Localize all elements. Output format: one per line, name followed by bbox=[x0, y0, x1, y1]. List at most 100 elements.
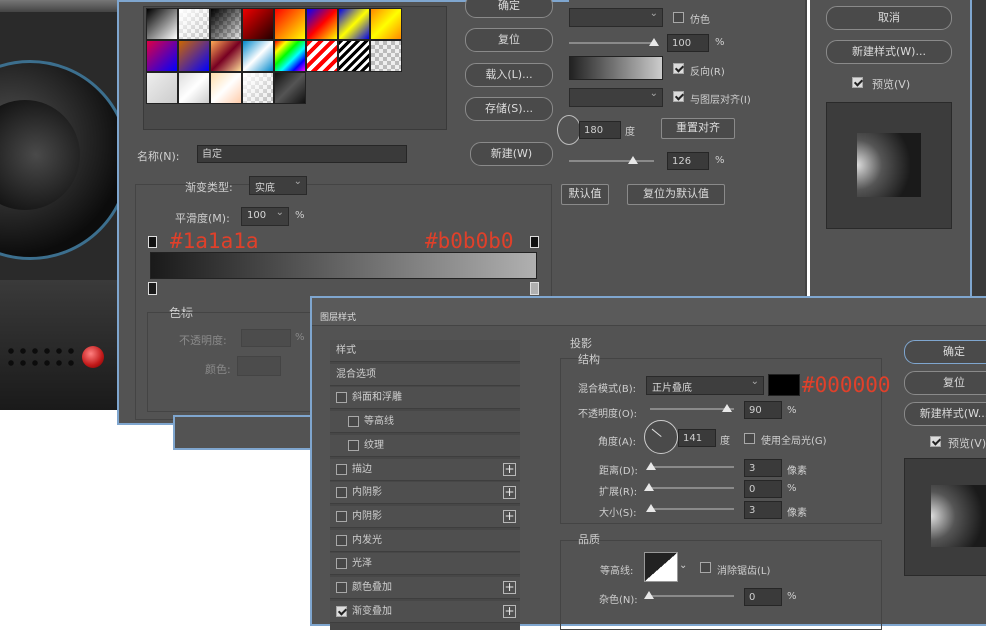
reset-to-default-button[interactable]: 复位为默认值 bbox=[627, 184, 725, 205]
sidebar-item[interactable]: 内阴影 + bbox=[330, 482, 520, 505]
gradient-type-select[interactable]: 实底 bbox=[249, 176, 307, 195]
sidebar-item[interactable]: 斜面和浮雕 bbox=[330, 387, 520, 410]
distance-slider[interactable] bbox=[650, 466, 734, 468]
angle-dial[interactable] bbox=[557, 115, 581, 145]
angle-input[interactable]: 180 bbox=[579, 121, 621, 139]
scale-slider-thumb[interactable] bbox=[628, 156, 638, 164]
distance-input[interactable]: 3 bbox=[744, 459, 782, 477]
dialog-title: 图层样式 bbox=[320, 313, 357, 323]
background-artwork bbox=[0, 0, 130, 410]
scale-input[interactable]: 126 bbox=[667, 152, 709, 170]
sidebar-item[interactable]: 样式 bbox=[330, 340, 520, 362]
sidebar-item-checkbox[interactable] bbox=[336, 392, 347, 404]
sidebar-item-label: 斜面和浮雕 bbox=[352, 392, 402, 404]
sidebar-item[interactable]: 内发光 bbox=[330, 529, 520, 552]
opacity-unit: % bbox=[715, 37, 725, 48]
shadow-color-hex: #000000 bbox=[802, 373, 891, 397]
blend-mode-select[interactable]: 正片叠底 bbox=[646, 376, 764, 395]
align-layer-checkbox[interactable] bbox=[673, 91, 684, 102]
new-button[interactable]: 新建(W) bbox=[470, 142, 553, 166]
noise-slider-thumb[interactable] bbox=[644, 591, 654, 599]
antialias-checkbox[interactable] bbox=[700, 562, 711, 573]
ok-button[interactable]: 确定 bbox=[904, 340, 986, 364]
add-effect-icon[interactable]: + bbox=[503, 462, 516, 476]
contour-picker[interactable] bbox=[644, 552, 678, 582]
gradient-preview-dropdown[interactable] bbox=[569, 56, 663, 80]
opacity-input[interactable]: 100 bbox=[667, 34, 709, 52]
sidebar-item-label: 内发光 bbox=[352, 534, 382, 546]
opacity-input[interactable]: 90 bbox=[744, 401, 782, 419]
save-button[interactable]: 存储(S)... bbox=[465, 97, 553, 121]
left-color-hex: #1a1a1a bbox=[170, 229, 259, 253]
reset-button[interactable]: 复位 bbox=[904, 371, 986, 395]
sidebar-item[interactable]: 等高线 bbox=[330, 411, 520, 434]
spread-label: 扩展(R): bbox=[599, 487, 638, 498]
name-input[interactable]: 自定 bbox=[197, 145, 407, 163]
new-style-button[interactable]: 新建样式(W)... bbox=[826, 40, 952, 64]
stop-color-swatch[interactable] bbox=[237, 356, 281, 376]
opacity-stop-left[interactable] bbox=[148, 236, 157, 248]
shadow-color-swatch[interactable] bbox=[768, 374, 800, 396]
size-input[interactable]: 3 bbox=[744, 501, 782, 519]
sidebar-item[interactable]: 光泽 bbox=[330, 553, 520, 576]
angle-input[interactable]: 141 bbox=[678, 429, 716, 447]
gradient-bar[interactable] bbox=[150, 252, 537, 279]
scale-slider[interactable] bbox=[569, 160, 654, 162]
sidebar-item[interactable]: 渐变叠加 + bbox=[330, 600, 520, 623]
sidebar-item-checkbox[interactable] bbox=[336, 463, 347, 475]
preview-checkbox[interactable] bbox=[930, 436, 941, 447]
color-stop-left[interactable] bbox=[148, 282, 157, 295]
opacity-slider[interactable] bbox=[569, 42, 657, 44]
reverse-checkbox[interactable] bbox=[673, 63, 684, 74]
sidebar-item[interactable]: 颜色叠加 + bbox=[330, 577, 520, 599]
spread-slider[interactable] bbox=[650, 487, 734, 489]
opacity-slider-thumb[interactable] bbox=[649, 38, 659, 46]
ok-button[interactable]: 确定 bbox=[465, 0, 553, 18]
sidebar-item-checkbox[interactable] bbox=[336, 558, 347, 570]
load-button[interactable]: 载入(L)... bbox=[465, 63, 553, 87]
add-effect-icon[interactable]: + bbox=[503, 581, 516, 594]
style-dropdown[interactable] bbox=[569, 88, 663, 107]
sidebar-item-checkbox[interactable] bbox=[348, 416, 359, 428]
color-stop-right[interactable] bbox=[530, 282, 539, 295]
sidebar-item-checkbox[interactable] bbox=[336, 534, 347, 546]
sidebar-item-label: 混合选项 bbox=[336, 368, 376, 380]
sidebar-item[interactable]: 描边 + bbox=[330, 458, 520, 481]
size-slider-thumb[interactable] bbox=[646, 504, 656, 512]
contour-dropdown-arrow[interactable]: ⌄ bbox=[679, 560, 687, 571]
opacity-stop-right[interactable] bbox=[530, 236, 539, 248]
smoothness-select[interactable]: 100 bbox=[241, 207, 289, 226]
presets-grid[interactable] bbox=[146, 8, 406, 108]
new-style-button[interactable]: 新建样式(W... bbox=[904, 402, 986, 426]
add-effect-icon[interactable]: + bbox=[503, 509, 516, 523]
reset-button[interactable]: 复位 bbox=[465, 28, 553, 52]
sidebar-item-checkbox[interactable] bbox=[336, 605, 347, 617]
size-slider[interactable] bbox=[650, 508, 734, 510]
align-layer-label: 与图层对齐(I) bbox=[690, 95, 751, 106]
sidebar-item-label: 内阴影 bbox=[352, 510, 382, 522]
noise-input[interactable]: 0 bbox=[744, 588, 782, 606]
opacity-slider-thumb[interactable] bbox=[722, 404, 732, 412]
sidebar-item-checkbox[interactable] bbox=[336, 510, 347, 522]
spread-slider-thumb[interactable] bbox=[644, 483, 654, 491]
blend-dropdown-top[interactable] bbox=[569, 8, 663, 27]
angle-dial[interactable] bbox=[644, 420, 678, 454]
sidebar-item[interactable]: 纹理 bbox=[330, 434, 520, 457]
sidebar-item-checkbox[interactable] bbox=[348, 439, 359, 451]
sidebar-item[interactable]: 内阴影 + bbox=[330, 505, 520, 528]
make-default-button[interactable]: 默认值 bbox=[561, 184, 609, 205]
preview-checkbox[interactable] bbox=[852, 77, 863, 88]
sidebar-item[interactable]: 混合选项 bbox=[330, 363, 520, 386]
cancel-button[interactable]: 取消 bbox=[826, 6, 952, 30]
spread-input[interactable]: 0 bbox=[744, 480, 782, 498]
sidebar-item-checkbox[interactable] bbox=[336, 487, 347, 499]
sidebar-item-checkbox[interactable] bbox=[336, 582, 347, 593]
distance-slider-thumb[interactable] bbox=[646, 462, 656, 470]
reset-alignment-button[interactable]: 重置对齐 bbox=[661, 118, 735, 139]
stop-opacity-input[interactable] bbox=[241, 329, 291, 347]
noise-slider[interactable] bbox=[650, 595, 734, 597]
global-light-checkbox[interactable] bbox=[744, 433, 755, 444]
dither-checkbox[interactable] bbox=[673, 12, 684, 23]
add-effect-icon[interactable]: + bbox=[503, 486, 516, 500]
add-effect-icon[interactable]: + bbox=[503, 604, 516, 618]
